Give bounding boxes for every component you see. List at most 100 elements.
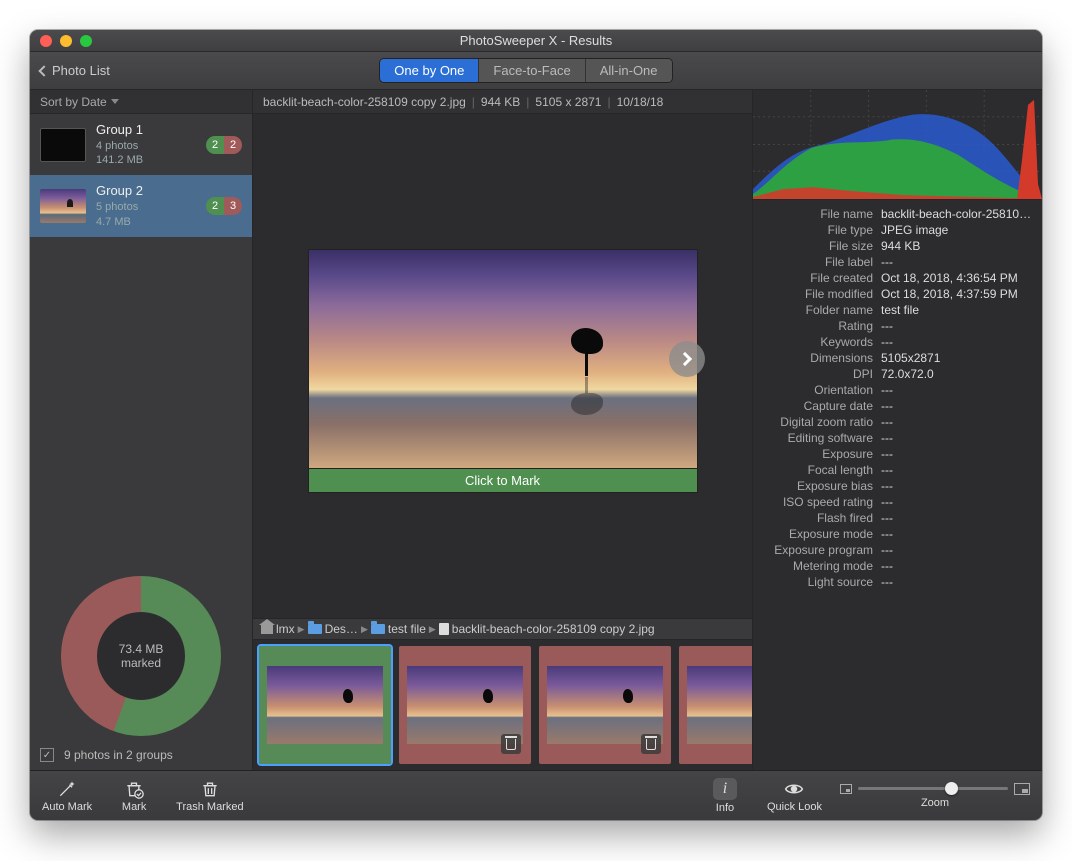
group-count: 5 photos <box>96 200 196 214</box>
metadata-value: --- <box>881 575 1032 589</box>
group-item[interactable]: Group 2 5 photos 4.7 MB 2 3 <box>30 175 252 236</box>
metadata-label: File name <box>763 207 881 221</box>
metadata-row: Dimensions 5105x2871 <box>763 350 1032 366</box>
metadata-label: Orientation <box>763 383 881 397</box>
next-button[interactable] <box>669 341 705 377</box>
metadata-label: File created <box>763 271 881 285</box>
metadata-value: --- <box>881 447 1032 461</box>
filmstrip-item[interactable] <box>679 646 752 764</box>
minimize-icon[interactable] <box>60 35 72 47</box>
center-panel: backlit-beach-color-258109 copy 2.jpg | … <box>253 90 752 770</box>
sort-label: Sort by Date <box>40 95 107 109</box>
group-badges: 2 2 <box>206 136 242 154</box>
mark-badge: 2 <box>224 136 242 154</box>
metadata-label: Focal length <box>763 463 881 477</box>
metadata-label: Metering mode <box>763 559 881 573</box>
back-button[interactable]: Photo List <box>40 63 110 78</box>
trash-icon <box>199 779 221 799</box>
strip-date: 10/18/18 <box>617 95 664 109</box>
metadata-row: File label --- <box>763 254 1032 270</box>
metadata-label: Exposure bias <box>763 479 881 493</box>
metadata-row: ISO speed rating --- <box>763 494 1032 510</box>
photo-frame: Click to Mark <box>308 249 698 493</box>
keep-badge: 2 <box>206 136 224 154</box>
thumb-image <box>267 666 383 744</box>
seg-all-in-one[interactable]: All-in-One <box>586 59 672 82</box>
metadata-label: Editing software <box>763 431 881 445</box>
mark-label: Mark <box>122 801 146 813</box>
seg-face-to-face[interactable]: Face-to-Face <box>479 59 585 82</box>
info-button[interactable]: i Info <box>701 778 749 814</box>
metadata-value: --- <box>881 383 1032 397</box>
folder-icon <box>371 624 385 634</box>
filmstrip-item[interactable] <box>539 646 671 764</box>
zoom-large-icon[interactable] <box>1014 783 1030 795</box>
toolbar: Photo List One by One Face-to-Face All-i… <box>30 52 1042 90</box>
group-badges: 2 3 <box>206 197 242 215</box>
strip-filesize: 944 KB <box>481 95 520 109</box>
filmstrip-item[interactable] <box>259 646 391 764</box>
sort-dropdown[interactable]: Sort by Date <box>30 90 252 114</box>
back-label: Photo List <box>52 63 110 78</box>
metadata-panel: File name backlit-beach-color-258109…Fil… <box>753 200 1042 770</box>
app-window: PhotoSweeper X - Results Photo List One … <box>30 30 1042 820</box>
preview-image[interactable] <box>308 249 698 469</box>
close-icon[interactable] <box>40 35 52 47</box>
group-item[interactable]: Group 1 4 photos 141.2 MB 2 2 <box>30 114 252 175</box>
keep-badge: 2 <box>206 197 224 215</box>
metadata-row: Metering mode --- <box>763 558 1032 574</box>
info-label: Info <box>716 802 734 814</box>
crumb-1[interactable]: Des… <box>325 622 358 636</box>
metadata-value: --- <box>881 415 1032 429</box>
metadata-row: Keywords --- <box>763 334 1032 350</box>
metadata-label: Rating <box>763 319 881 333</box>
chevron-right-icon <box>678 352 692 366</box>
metadata-label: Exposure <box>763 447 881 461</box>
file-info-strip: backlit-beach-color-258109 copy 2.jpg | … <box>253 90 752 114</box>
metadata-label: File type <box>763 223 881 237</box>
metadata-value: backlit-beach-color-258109… <box>881 207 1032 221</box>
filmstrip <box>253 640 752 770</box>
metadata-row: File size 944 KB <box>763 238 1032 254</box>
metadata-label: Exposure mode <box>763 527 881 541</box>
metadata-row: File type JPEG image <box>763 222 1032 238</box>
mark-button[interactable]: Mark <box>110 779 158 813</box>
crumb-3[interactable]: backlit-beach-color-258109 copy 2.jpg <box>452 622 655 636</box>
breadcrumb[interactable]: lmx ▶ Des… ▶ test file ▶ backlit-beach-c… <box>253 618 752 640</box>
group-thumb <box>40 128 86 162</box>
quick-look-button[interactable]: Quick Look <box>767 779 822 813</box>
donut-value: 73.4 MB <box>119 642 164 656</box>
metadata-value: 72.0x72.0 <box>881 367 1032 381</box>
metadata-row: Capture date --- <box>763 398 1032 414</box>
quick-look-label: Quick Look <box>767 801 822 813</box>
trash-marked-button[interactable]: Trash Marked <box>176 779 243 813</box>
metadata-value: --- <box>881 559 1032 573</box>
maximize-icon[interactable] <box>80 35 92 47</box>
zoom-small-icon[interactable] <box>840 784 852 794</box>
metadata-row: Light source --- <box>763 574 1032 590</box>
zoom-slider[interactable] <box>858 787 1008 790</box>
seg-one-by-one[interactable]: One by One <box>380 59 479 82</box>
metadata-value: --- <box>881 463 1032 477</box>
titlebar: PhotoSweeper X - Results <box>30 30 1042 52</box>
metadata-value: --- <box>881 431 1032 445</box>
crumb-0[interactable]: lmx <box>276 622 295 636</box>
click-to-mark-button[interactable]: Click to Mark <box>308 469 698 493</box>
metadata-label: Flash fired <box>763 511 881 525</box>
metadata-label: File modified <box>763 287 881 301</box>
group-name: Group 1 <box>96 122 196 139</box>
metadata-value: test file <box>881 303 1032 317</box>
select-all-checkbox[interactable]: ✓ <box>40 748 54 762</box>
filmstrip-item[interactable] <box>399 646 531 764</box>
donut-caption: marked <box>121 656 161 670</box>
metadata-row: Focal length --- <box>763 462 1032 478</box>
group-name: Group 2 <box>96 183 196 200</box>
crumb-2[interactable]: test file <box>388 622 426 636</box>
group-size: 141.2 MB <box>96 153 196 167</box>
metadata-label: Folder name <box>763 303 881 317</box>
auto-mark-button[interactable]: Auto Mark <box>42 779 92 813</box>
folder-icon <box>308 624 322 634</box>
metadata-row: Digital zoom ratio --- <box>763 414 1032 430</box>
metadata-row: Exposure mode --- <box>763 526 1032 542</box>
inspector: File name backlit-beach-color-258109…Fil… <box>752 90 1042 770</box>
